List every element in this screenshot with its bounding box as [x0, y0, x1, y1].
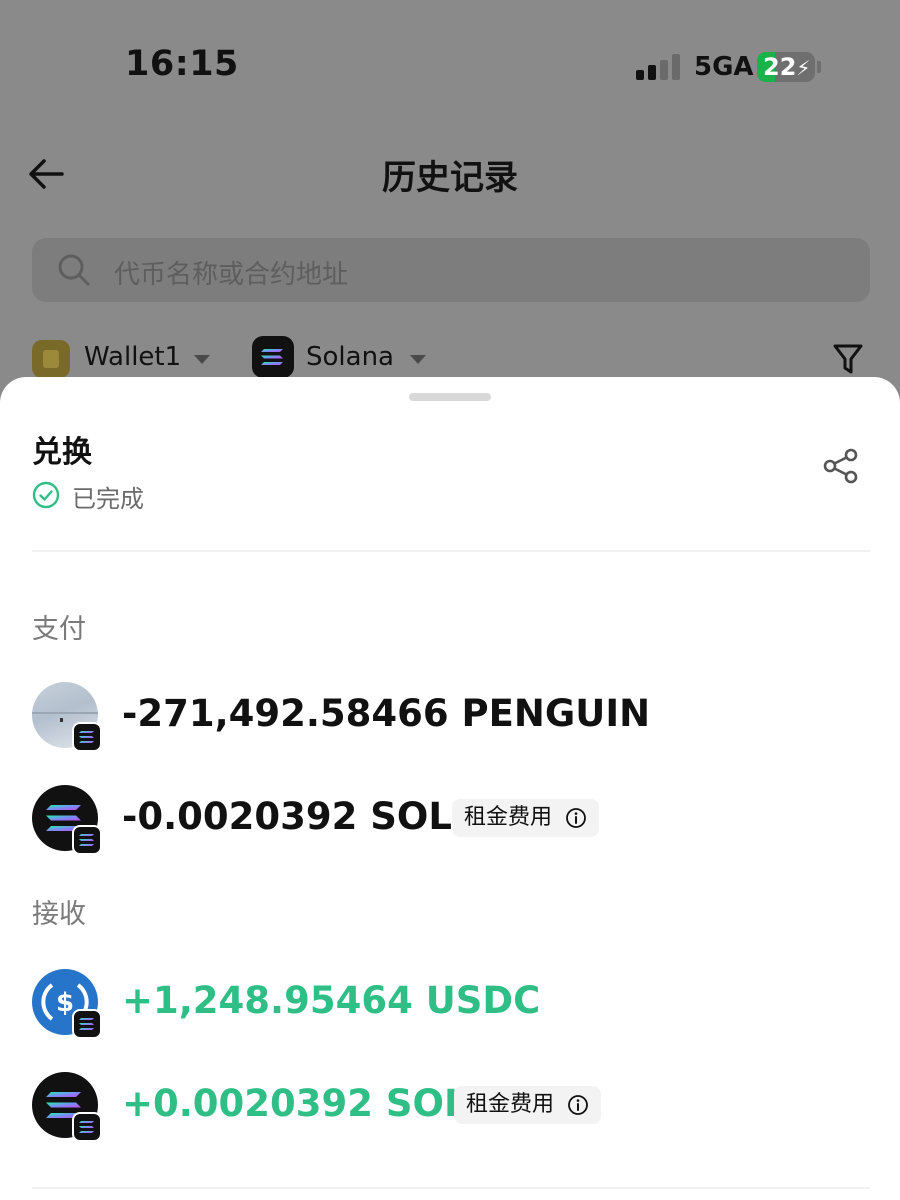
solana-chain-badge [72, 825, 102, 855]
share-icon[interactable] [822, 447, 860, 485]
clock: 16:15 [125, 44, 239, 84]
amount-text: -0.0020392 SOL [122, 795, 452, 838]
amount-text: +0.0020392 SOL [122, 1082, 468, 1125]
solana-chain-badge [72, 1009, 102, 1039]
divider [32, 550, 870, 552]
solana-chain-badge [72, 722, 102, 752]
transaction-type: 兑换 [32, 435, 92, 470]
info-icon[interactable] [565, 807, 587, 829]
signal-icon [636, 54, 682, 80]
status-bar: 16:15 5GA 22⚡ [0, 0, 900, 130]
rent-fee-label: 租金费用 [466, 1092, 555, 1117]
svg-text:$: $ [56, 988, 74, 1018]
pay-item: -271,492.58466 PENGUIN [32, 682, 870, 752]
solana-chain-icon [252, 336, 294, 378]
search-placeholder: 代币名称或合约地址 [114, 260, 349, 290]
rent-fee-tag[interactable]: 租金费用 [452, 799, 600, 837]
chain-selector[interactable]: Solana [306, 342, 394, 372]
amount-text: -271,492.58466 PENGUIN [122, 692, 651, 735]
pay-section-label: 支付 [32, 614, 86, 645]
rent-fee-label: 租金费用 [464, 805, 553, 830]
status-text: 已完成 [72, 485, 144, 513]
search-input[interactable]: 代币名称或合约地址 [32, 238, 870, 302]
chevron-down-icon[interactable] [194, 355, 210, 364]
wallet-icon [32, 340, 70, 378]
battery-level: 22 [763, 53, 797, 81]
transaction-detail-sheet: 兑换 已完成 支付 -271,492.58466 PENGUIN -0.0020… [0, 377, 900, 1200]
receive-item: $ +1,248.95464 USDC [32, 969, 870, 1039]
chevron-down-icon[interactable] [410, 355, 426, 364]
network-type: 5GA [694, 52, 754, 82]
solana-chain-badge [72, 1112, 102, 1142]
pay-item: -0.0020392 SOL 租金费用 [32, 785, 870, 855]
receive-section-label: 接收 [32, 899, 86, 930]
sheet-drag-handle[interactable] [409, 393, 491, 401]
wallet-selector[interactable]: Wallet1 [84, 342, 181, 372]
check-circle-icon [32, 481, 60, 509]
rent-fee-tag[interactable]: 租金费用 [454, 1086, 602, 1124]
page-title: 历史记录 [382, 158, 518, 198]
divider [32, 1187, 870, 1189]
search-icon [58, 254, 90, 286]
receive-item: +0.0020392 SOL 租金费用 [32, 1072, 870, 1142]
amount-text: +1,248.95464 USDC [122, 979, 541, 1022]
battery-icon: 22⚡ [757, 52, 815, 82]
filter-icon[interactable] [832, 342, 864, 376]
battery-cap [817, 61, 821, 73]
info-icon[interactable] [567, 1094, 589, 1116]
